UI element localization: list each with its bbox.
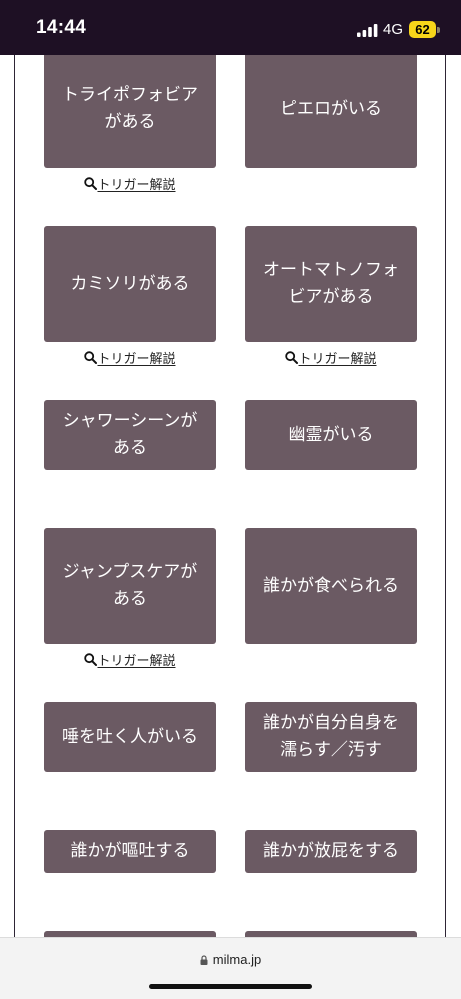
card-row: 唾を吐く人がいる 誰かが自分自身を濡らす／汚す	[44, 702, 417, 772]
card-label: ジャンプスケアがある	[62, 562, 198, 609]
magnifier-icon	[285, 350, 299, 364]
trigger-card-grid: トライポフォビアがある トリガー解説 ピエロがいる カミソリがある トリガー解説…	[44, 50, 417, 937]
card-row: 誰かが嘔吐する 誰かが放屁をする	[44, 830, 417, 873]
card-vomiting[interactable]: 誰かが嘔吐する	[44, 830, 216, 873]
domain-label: milma.jp	[212, 952, 262, 967]
magnifier-icon	[84, 176, 98, 190]
card-someone-eaten[interactable]: 誰かが食べられる	[245, 528, 417, 644]
card-shower-scene[interactable]: シャワーシーンがある	[44, 400, 216, 470]
card-label: 誰かが嘔吐する	[70, 841, 190, 861]
card-label: 誰かが放屁をする	[263, 841, 399, 861]
battery-level: 62	[415, 22, 430, 37]
battery-icon: 62	[409, 21, 436, 38]
trigger-link-label: トリガー解説	[97, 653, 176, 669]
network-type: 4G	[383, 21, 404, 38]
card-row: トライポフォビアがある トリガー解説 ピエロがいる	[44, 50, 417, 193]
magnifier-icon	[84, 652, 98, 666]
lock-icon	[200, 954, 208, 965]
status-bar: 14:44 4G 62	[0, 0, 461, 55]
card-label: トライポフォビアがある	[62, 85, 198, 132]
trigger-explanation-link[interactable]: トリガー解説	[245, 349, 417, 367]
status-time: 14:44	[36, 17, 87, 38]
trigger-explanation-link[interactable]: トリガー解説	[44, 175, 216, 193]
card-label: 唾を吐く人がいる	[62, 726, 198, 747]
card-label: 誰かが食べられる	[263, 575, 399, 596]
cellular-signal-icon	[357, 24, 379, 37]
card-label: 誰かが自分自身を濡らす／汚す	[263, 713, 399, 760]
browser-bottom-bar: milma.jp	[0, 937, 461, 999]
card-row: カミソリがある トリガー解説 オートマトノフォビアがある トリガー解説	[44, 226, 417, 367]
card-clowns[interactable]: ピエロがいる	[245, 50, 417, 168]
card-ghosts[interactable]: 幽霊がいる	[245, 400, 417, 470]
card-someone-wets-self[interactable]: 誰かが自分自身を濡らす／汚す	[245, 702, 417, 772]
card-spitting[interactable]: 唾を吐く人がいる	[44, 702, 216, 772]
card-row: ジャンプスケアがある トリガー解説 誰かが食べられる	[44, 528, 417, 669]
battery-nub	[437, 27, 440, 33]
card-label: オートマトノフォビアがある	[263, 260, 399, 307]
address-bar[interactable]: milma.jp	[0, 952, 461, 967]
card-razors[interactable]: カミソリがある	[44, 226, 216, 342]
card-label: シャワーシーンがある	[62, 411, 198, 458]
trigger-link-label: トリガー解説	[97, 351, 176, 367]
card-automatonophobia[interactable]: オートマトノフォビアがある	[245, 226, 417, 342]
trigger-link-label: トリガー解説	[298, 351, 377, 367]
home-indicator[interactable]	[149, 984, 312, 989]
page-content: トライポフォビアがある トリガー解説 ピエロがいる カミソリがある トリガー解説…	[0, 0, 461, 937]
magnifier-icon	[84, 350, 98, 364]
card-label: 幽霊がいる	[288, 424, 374, 445]
card-row: シャワーシーンがある 幽霊がいる	[44, 400, 417, 470]
trigger-explanation-link[interactable]: トリガー解説	[44, 651, 216, 669]
card-label: カミソリがある	[70, 273, 190, 294]
trigger-link-label: トリガー解説	[97, 177, 176, 193]
card-trypophobia[interactable]: トライポフォビアがある	[44, 50, 216, 168]
card-jump-scare[interactable]: ジャンプスケアがある	[44, 528, 216, 644]
trigger-explanation-link[interactable]: トリガー解説	[44, 349, 216, 367]
card-label: ピエロがいる	[280, 98, 382, 119]
card-farting[interactable]: 誰かが放屁をする	[245, 830, 417, 873]
